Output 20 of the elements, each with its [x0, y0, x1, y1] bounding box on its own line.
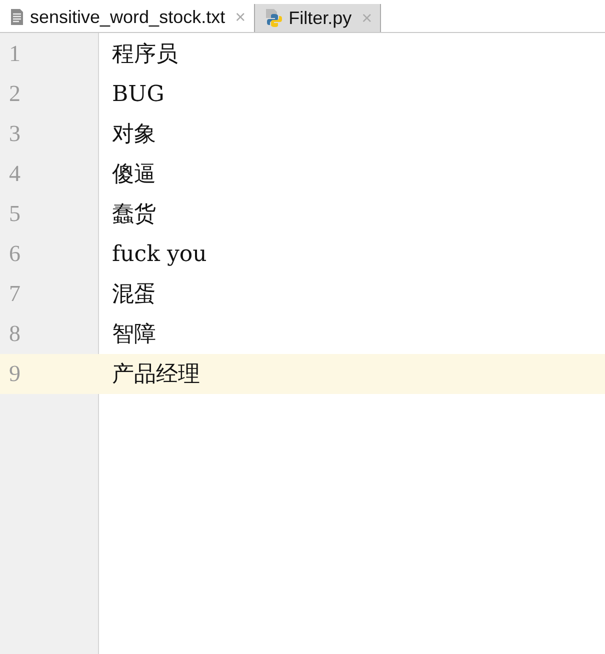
code-line: 智障 — [111, 321, 156, 349]
code-line: 蠢货 — [111, 201, 156, 229]
code-line: 对象 — [111, 121, 156, 149]
code-line: 傻逼 — [111, 161, 156, 189]
code-line: 程序员 — [111, 41, 178, 69]
code-line: BUG — [111, 82, 164, 106]
line-number: 8 — [8, 320, 22, 348]
code-line: 产品经理 — [111, 361, 200, 389]
text-file-icon — [10, 8, 24, 26]
line-number: 4 — [8, 160, 22, 188]
line-number: 6 — [8, 240, 22, 268]
code-line: 混蛋 — [111, 281, 156, 309]
line-number: 1 — [8, 40, 22, 68]
python-file-icon — [264, 8, 283, 28]
code-line: fuck you — [111, 242, 207, 266]
line-number: 2 — [8, 80, 22, 108]
line-number: 7 — [8, 280, 22, 308]
line-number: 3 — [8, 120, 22, 148]
editor-tab[interactable]: Filter.py × — [254, 4, 382, 32]
line-number: 5 — [8, 200, 22, 228]
